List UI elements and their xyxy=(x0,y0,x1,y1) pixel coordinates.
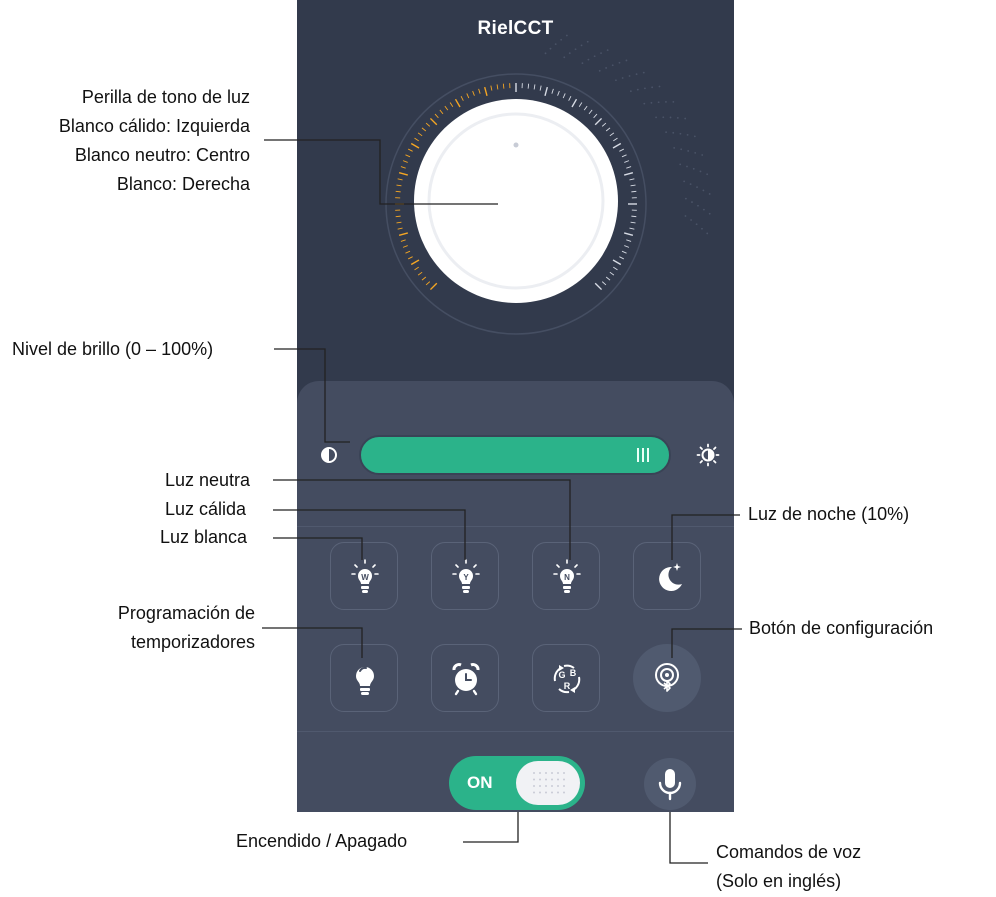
knob-grip-dots xyxy=(533,772,565,794)
dial-knob[interactable] xyxy=(414,99,618,303)
brightness-annotation: Nivel de brillo (0 – 100%) xyxy=(12,339,214,359)
moon-icon xyxy=(659,563,682,591)
white-light-bulb-icon: W xyxy=(351,559,379,593)
white-light-button[interactable]: W xyxy=(330,542,398,610)
bulb-icon xyxy=(356,666,374,695)
svg-text:N: N xyxy=(564,573,570,582)
voice-command-button[interactable] xyxy=(644,758,696,810)
brightness-low-icon xyxy=(318,444,340,466)
svg-text:G: G xyxy=(558,670,565,680)
app-screen: RielCCT W Y N G B R ON xyxy=(297,0,734,812)
bluetooth-settings-icon xyxy=(655,663,679,692)
divider xyxy=(297,731,734,732)
bulb-button[interactable] xyxy=(330,644,398,712)
rgb-cycle-icon: G B R xyxy=(553,664,581,694)
night-light-button[interactable] xyxy=(633,542,701,610)
night-light-annotation: Luz de noche (10%) xyxy=(748,504,910,524)
warm-light-bulb-icon: Y xyxy=(452,559,480,593)
divider xyxy=(297,526,734,527)
settings-button[interactable] xyxy=(633,644,701,712)
warm-light-annotation: Luz cálida xyxy=(165,499,247,519)
dial-annotation: Perilla de tono de luz Blanco cálido: Iz… xyxy=(58,87,250,194)
microphone-icon xyxy=(658,769,682,801)
alarm-clock-icon xyxy=(452,663,480,696)
neutral-light-button[interactable]: N xyxy=(532,542,600,610)
white-light-annotation: Luz blanca xyxy=(160,527,248,547)
svg-text:B: B xyxy=(570,668,577,678)
svg-text:R: R xyxy=(564,681,571,691)
settings-annotation: Botón de configuración xyxy=(749,618,934,638)
warm-light-button[interactable]: Y xyxy=(431,542,499,610)
neutral-light-bulb-icon: N xyxy=(553,559,581,593)
brightness-high-icon xyxy=(696,443,720,467)
toggle-knob[interactable] xyxy=(516,761,580,805)
slider-grip[interactable] xyxy=(637,448,653,464)
controls-panel: W Y N G B R ON xyxy=(297,381,734,812)
timer-button[interactable] xyxy=(431,644,499,712)
svg-text:Y: Y xyxy=(463,573,469,582)
toggle-label: ON xyxy=(467,773,493,792)
color-tone-dial[interactable] xyxy=(297,0,734,380)
brightness-slider[interactable] xyxy=(359,435,671,475)
svg-text:W: W xyxy=(361,573,369,582)
power-annotation: Encendido / Apagado xyxy=(236,831,408,851)
rgb-mode-button[interactable]: G B R xyxy=(532,644,600,712)
timers-annotation: Programación de temporizadores xyxy=(117,603,255,652)
neutral-light-annotation: Luz neutra xyxy=(165,470,251,490)
voice-annotation: Comandos de voz (Solo en inglés) xyxy=(716,842,862,891)
power-toggle[interactable]: ON xyxy=(449,756,585,810)
